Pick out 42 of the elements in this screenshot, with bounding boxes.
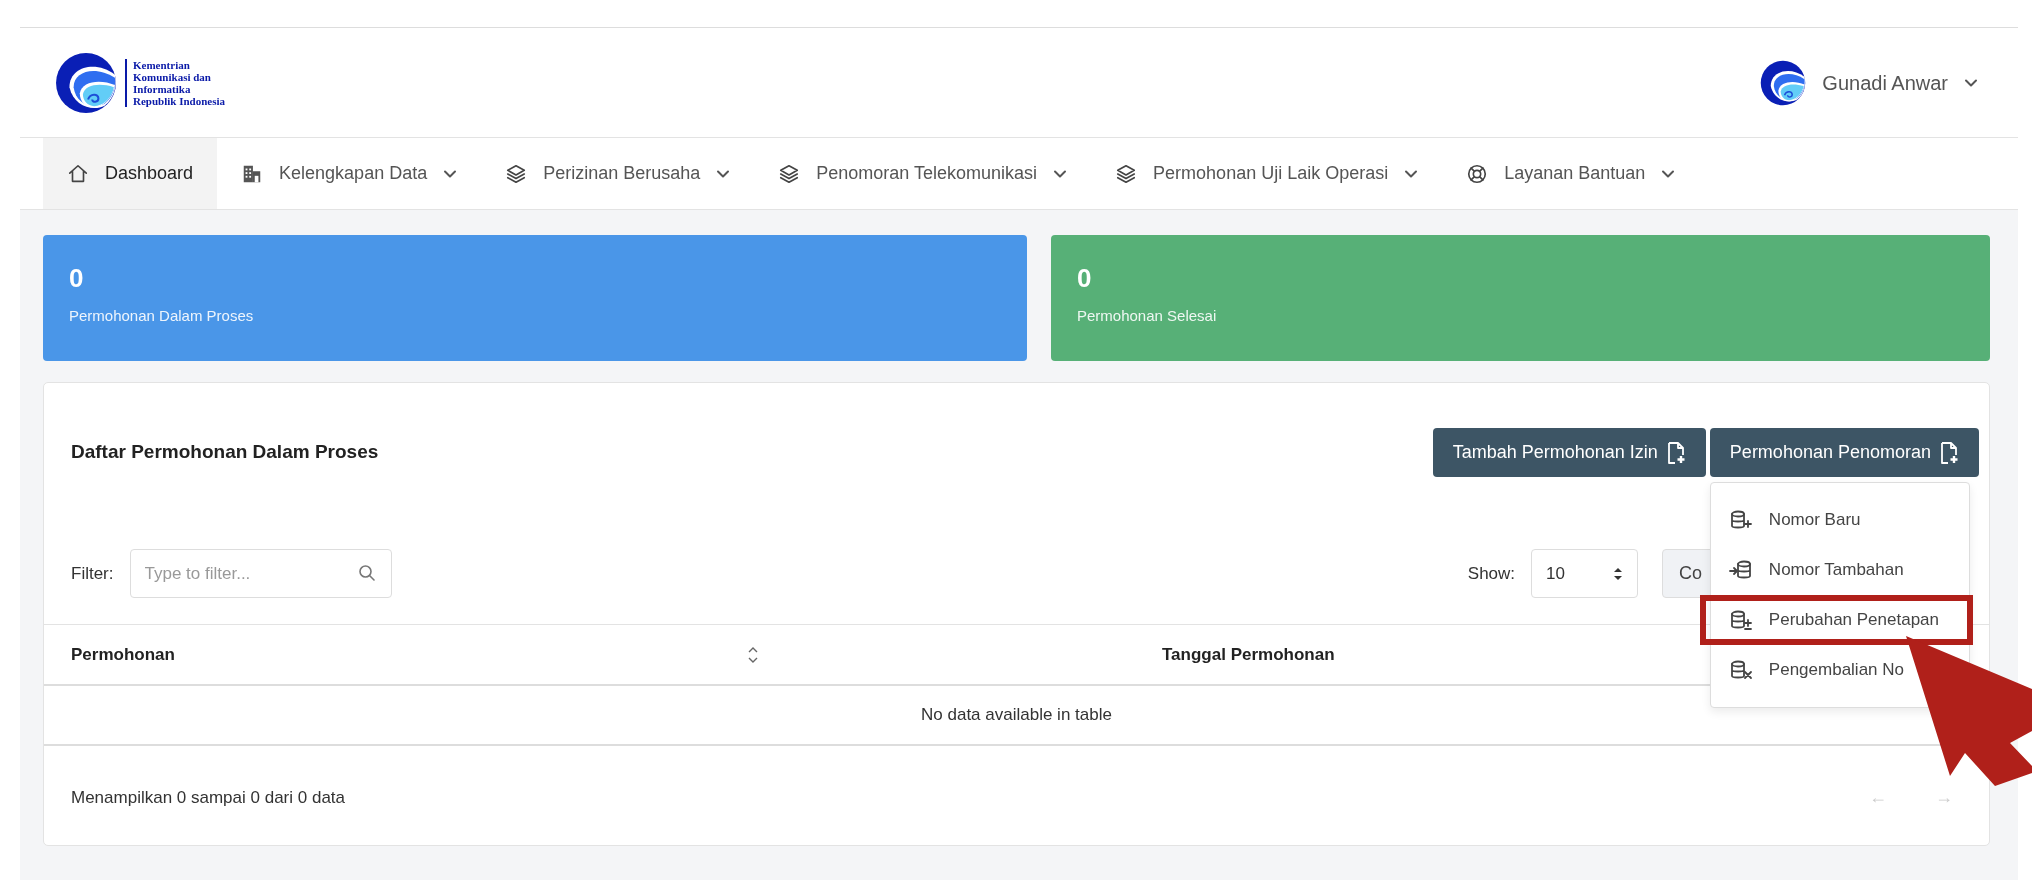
- table-info: Menampilkan 0 sampai 0 dari 0 data: [71, 786, 346, 809]
- lifebuoy-icon: [1466, 162, 1489, 185]
- layers-icon: [1115, 162, 1138, 185]
- user-menu[interactable]: Gunadi Anwar: [1760, 59, 1978, 106]
- nav-tab[interactable]: Kelengkapan Data: [217, 138, 482, 209]
- stat-label: Permohonan Dalam Proses: [69, 306, 255, 326]
- panel-title: Daftar Permohonan Dalam Proses: [71, 440, 379, 465]
- logo-text: Kementrian Komunikasi dan Informatika Republik Indonesia: [125, 58, 225, 107]
- database-plus-icon: [1728, 509, 1753, 531]
- stat-value: 0: [69, 265, 85, 291]
- nav-tab[interactable]: Perizinan Berusaha: [481, 138, 755, 209]
- logo-icon: [1760, 59, 1807, 106]
- menu-item[interactable]: Nomor Tambahan: [1710, 545, 1904, 595]
- nav-tab[interactable]: Permohonan Uji Laik Operasi: [1091, 138, 1443, 209]
- nav-tab[interactable]: Penomoran Telekomunikasi: [754, 138, 1092, 209]
- database-arrow-icon: [1728, 559, 1753, 581]
- show-label: Show:: [1467, 562, 1516, 585]
- logo-icon: [55, 51, 117, 114]
- action-button[interactable]: Permohonan Penomoran: [1709, 428, 1979, 477]
- up-down-icon: [1613, 565, 1623, 582]
- database-x-icon: [1728, 659, 1753, 681]
- layers-icon: [778, 162, 801, 185]
- menu-item[interactable]: Perubahan Penetapan: [1699, 595, 1973, 645]
- layers-icon: [505, 162, 528, 185]
- action-button[interactable]: Tambah Permohonan Izin: [1432, 428, 1706, 477]
- database-plus-minus-icon: [1728, 609, 1753, 631]
- stat-label: Permohonan Selesai: [1077, 306, 1218, 326]
- stat-value: 0: [1077, 265, 1093, 291]
- page-size-select[interactable]: 10: [1531, 549, 1638, 598]
- nav-tab[interactable]: Dashboard: [43, 138, 218, 209]
- search-icon: [357, 564, 376, 582]
- filter-field[interactable]: Type to filter...: [129, 549, 392, 598]
- file-plus-icon: [1665, 440, 1686, 465]
- filter-label: Filter:: [71, 562, 114, 585]
- home-icon: [67, 162, 89, 185]
- column-header[interactable]: Permohonan: [44, 641, 759, 668]
- column-header[interactable]: Tanggal Permohonan: [759, 641, 1335, 668]
- file-plus-icon: [1939, 440, 1959, 465]
- column-label: Tanggal Permohonan: [1162, 643, 1335, 666]
- menu-item[interactable]: Nomor Baru: [1710, 495, 1861, 545]
- nav-tab[interactable]: Layanan Bantuan: [1442, 138, 1700, 209]
- column-label: Permohonan: [71, 643, 175, 666]
